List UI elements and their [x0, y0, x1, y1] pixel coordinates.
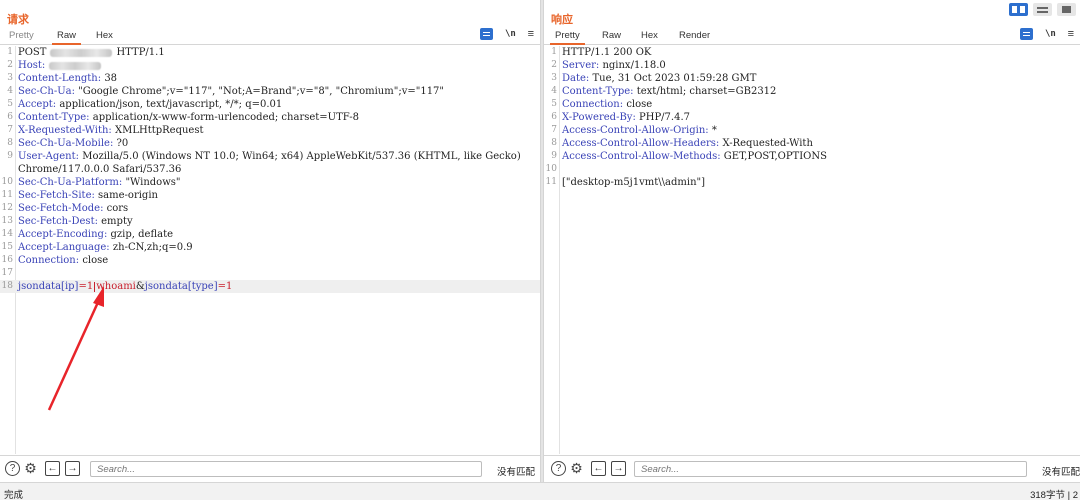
help-icon[interactable]: ? — [5, 461, 20, 476]
layout-single-button[interactable] — [1057, 3, 1076, 16]
tab-hex[interactable]: Hex — [636, 30, 663, 45]
prev-match-button[interactable]: ← — [591, 461, 606, 476]
status-text: 完成 — [4, 490, 24, 500]
annotation-arrow — [47, 286, 104, 411]
response-line: 8 Access-Control-Allow-Headers: X-Request… — [551, 138, 813, 149]
tab-raw[interactable]: Raw — [597, 30, 626, 45]
response-line: 4 Content-Type: text/html; charset=GB2312 — [551, 86, 777, 97]
request-search-input[interactable] — [90, 461, 482, 477]
response-line: 1 HTTP/1.1 200 OK — [551, 47, 652, 58]
newline-toggle-icon[interactable]: \n — [1045, 29, 1056, 39]
response-line: 6 X-Powered-By: PHP/7.4.7 — [551, 112, 690, 123]
response-editor[interactable]: 1 HTTP/1.1 200 OK 2 Server: nginx/1.18.0 3… — [544, 46, 1080, 454]
layout-stacked-button[interactable] — [1033, 3, 1053, 16]
settings-icon[interactable]: ⚙ — [23, 461, 38, 476]
request-match-count: 没有匹配 — [497, 467, 536, 478]
next-match-button[interactable]: → — [65, 461, 80, 476]
response-line: 10 — [545, 164, 557, 174]
response-title: 响应 — [551, 14, 573, 26]
response-line: 9 Access-Control-Allow-Methods: GET,POST,… — [551, 151, 827, 162]
response-match-count: 没有匹配 — [1042, 467, 1080, 478]
response-line: 3 Date: Tue, 31 Oct 2023 01:59:28 GMT — [551, 73, 757, 84]
help-icon[interactable]: ? — [551, 461, 566, 476]
status-line: HTTP/1.1 200 OK — [562, 47, 652, 58]
request-search-bar: ? ⚙ ← → 没有匹配 — [0, 455, 540, 481]
response-pane: 响应 Pretty Raw Hex Render \n ≡ 1 HTTP/1.1 … — [544, 0, 1080, 482]
request-pane: 请求 Pretty Raw Hex \n ≡ 1 POST HTTP/1.1 2 Ho… — [0, 0, 540, 482]
status-bar: 完成 318字节 | 2 — [0, 482, 1080, 500]
response-size: 318字节 | 2 — [1030, 490, 1078, 500]
response-line: 5 Connection: close — [551, 99, 653, 110]
wrap-icon[interactable] — [1020, 28, 1034, 40]
response-search-bar: ? ⚙ ← → 没有匹配 — [544, 455, 1080, 481]
command-output: ["desktop-m5j1vmt\\admin"] — [562, 177, 706, 188]
response-tabs: Pretty Raw Hex Render — [544, 26, 1080, 45]
response-search-input[interactable] — [634, 461, 1027, 477]
layout-side-by-side-button[interactable] — [1009, 3, 1029, 16]
tab-pretty[interactable]: Pretty — [550, 30, 585, 45]
response-line: 2 Server: nginx/1.18.0 — [551, 60, 666, 71]
response-body-line: 11 ["desktop-m5j1vmt\\admin"] — [545, 177, 706, 188]
response-toolbar: \n ≡ — [1011, 28, 1074, 42]
response-line: 7 Access-Control-Allow-Origin: * — [551, 125, 717, 136]
prev-match-button[interactable]: ← — [45, 461, 60, 476]
menu-icon[interactable]: ≡ — [1068, 28, 1074, 40]
tab-render[interactable]: Render — [674, 30, 715, 45]
layout-toggle-group — [1007, 3, 1076, 17]
settings-icon[interactable]: ⚙ — [569, 461, 584, 476]
next-match-button[interactable]: → — [611, 461, 626, 476]
